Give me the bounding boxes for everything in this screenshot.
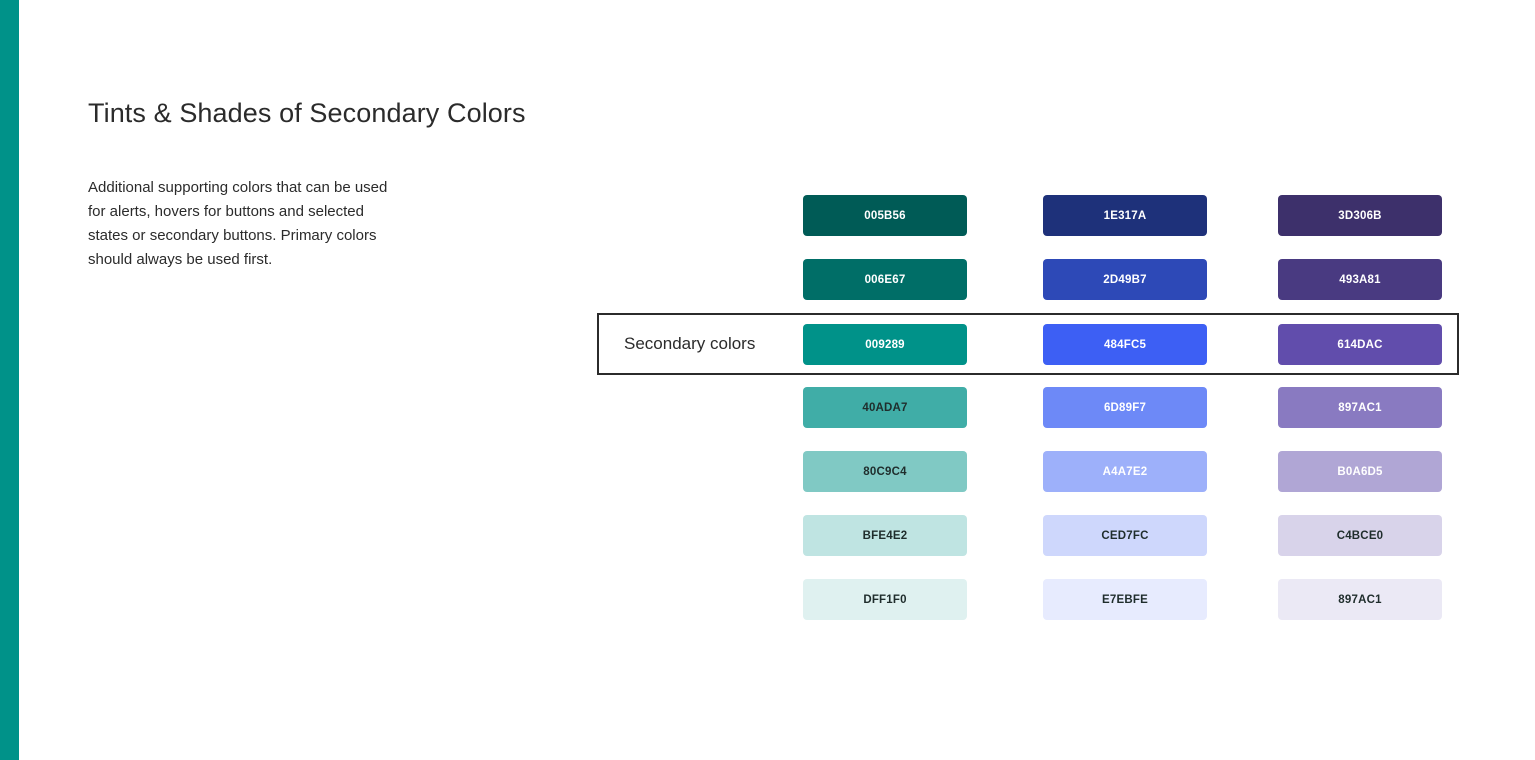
color-swatch-blue-4: 6D89F7 bbox=[1043, 387, 1207, 428]
color-swatch-blue-2: 2D49B7 bbox=[1043, 259, 1207, 300]
color-swatch-teal-5: 80C9C4 bbox=[803, 451, 967, 492]
secondary-colors-label: Secondary colors bbox=[624, 334, 756, 353]
color-swatch-teal-7: DFF1F0 bbox=[803, 579, 967, 620]
accent-bar bbox=[0, 0, 19, 760]
color-swatch-blue-6: CED7FC bbox=[1043, 515, 1207, 556]
color-swatch-blue-3: 484FC5 bbox=[1043, 324, 1207, 365]
color-swatch-teal-2: 006E67 bbox=[803, 259, 967, 300]
color-swatch-purple-5: B0A6D5 bbox=[1278, 451, 1442, 492]
color-swatch-blue-1: 1E317A bbox=[1043, 195, 1207, 236]
color-swatch-teal-1: 005B56 bbox=[803, 195, 967, 236]
color-swatch-teal-6: BFE4E2 bbox=[803, 515, 967, 556]
color-swatch-purple-4: 897AC1 bbox=[1278, 387, 1442, 428]
page-description: Additional supporting colors that can be… bbox=[88, 179, 388, 268]
color-swatch-teal-3: 009289 bbox=[803, 324, 967, 365]
color-swatch-purple-6: C4BCE0 bbox=[1278, 515, 1442, 556]
color-swatch-purple-2: 493A81 bbox=[1278, 259, 1442, 300]
color-swatch-blue-7: E7EBFE bbox=[1043, 579, 1207, 620]
color-swatch-purple-1: 3D306B bbox=[1278, 195, 1442, 236]
page-title: Tints & Shades of Secondary Colors bbox=[88, 98, 526, 128]
color-swatch-purple-7: 897AC1 bbox=[1278, 579, 1442, 620]
color-swatch-blue-5: A4A7E2 bbox=[1043, 451, 1207, 492]
color-swatch-purple-3: 614DAC bbox=[1278, 324, 1442, 365]
color-swatch-teal-4: 40ADA7 bbox=[803, 387, 967, 428]
